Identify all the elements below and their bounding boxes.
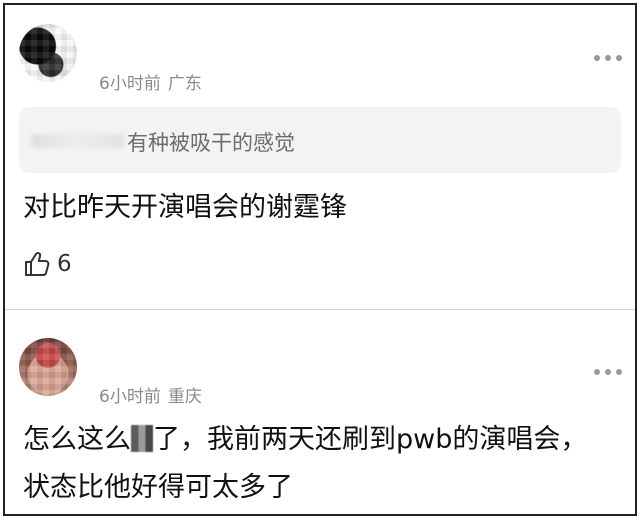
comment-location: 重庆 [167,387,202,407]
comment-text-line-1: 怎么这么 了，我前两天还刷到pwb的演唱会， [23,419,587,461]
comment-time: 6小时前 [99,387,161,407]
comment-divider [5,309,635,310]
comment-text-segment: 怎么这么 [23,424,131,455]
screenshot-frame: 6小时前 广东 有种被吸干的感觉 对比昨天开演唱会的谢霆锋 6 6小时前 重庆 … [3,3,637,516]
comment-item: 6小时前 广东 有种被吸干的感觉 对比昨天开演唱会的谢霆锋 6 [5,5,635,310]
dot [605,55,611,61]
comment-text-line-2: 状态比他好得可太多了 [23,472,293,503]
dot [594,55,600,61]
comment-location: 广东 [167,74,202,94]
censored-character-mosaic [131,425,153,452]
quoted-reply[interactable]: 有种被吸干的感觉 [19,107,621,173]
blurred-username [31,134,125,148]
comment-time: 6小时前 [99,74,161,94]
thumbs-up-icon [23,250,51,278]
quoted-reply-text: 有种被吸干的感觉 [127,131,295,155]
avatar-mosaic [19,24,77,82]
comment-meta: 6小时前 重庆 [99,382,202,407]
comment-text: 对比昨天开演唱会的谢霆锋 [23,192,347,223]
comment-item: 6小时前 重庆 怎么这么 了，我前两天还刷到pwb的演唱会， 状态比他好得可太多了 [5,311,635,514]
dot [616,369,622,375]
more-dots-icon[interactable] [594,367,622,377]
like-button[interactable]: 6 [23,249,72,279]
like-count: 6 [57,251,72,277]
dot [594,369,600,375]
avatar-mosaic [19,338,77,396]
user-avatar[interactable] [19,24,77,82]
comment-text-segment: 了，我前两天还刷到pwb的演唱会， [153,424,588,455]
dot [605,369,611,375]
more-dots-icon[interactable] [594,53,622,63]
user-avatar[interactable] [19,338,77,396]
comment-meta: 6小时前 广东 [99,69,202,94]
dot [616,55,622,61]
